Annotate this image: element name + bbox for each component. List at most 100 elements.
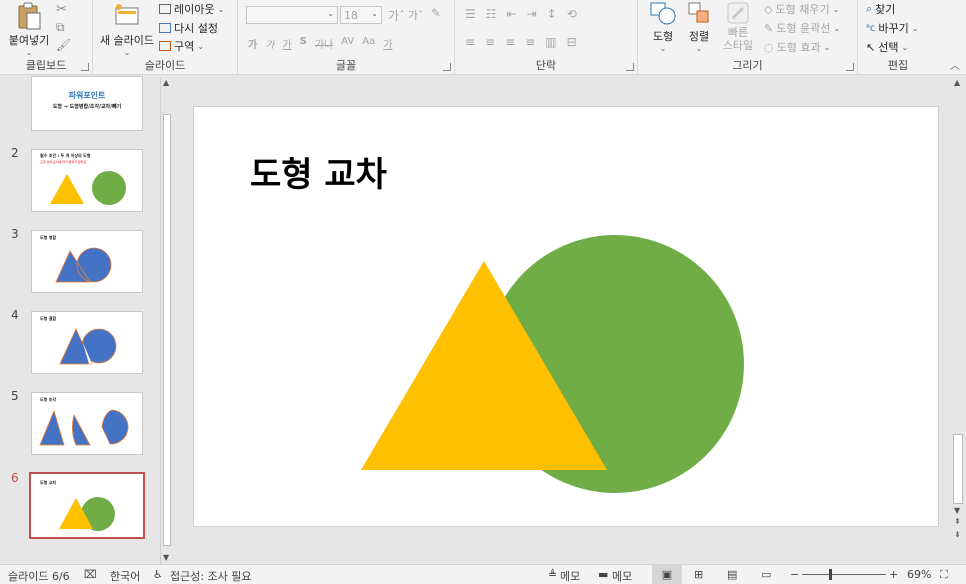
- clear-format-icon[interactable]: ✎: [431, 6, 441, 20]
- comments-icon[interactable]: ▬: [598, 568, 608, 581]
- thumbnail-slide-2[interactable]: 필수 조건 : 두 개 이상의 도형 도형 선택 순서에 따라 결과가 달라짐: [31, 149, 143, 212]
- chevron-down-icon: ⌄: [901, 42, 909, 52]
- font-group-label: 글꼴: [335, 59, 357, 72]
- change-case-icon[interactable]: Aa: [362, 36, 375, 51]
- align-left-icon[interactable]: ≡: [465, 35, 475, 49]
- copy-icon[interactable]: ⧉: [56, 20, 65, 35]
- main-scroll-thumb[interactable]: [953, 434, 963, 504]
- slideshow-icon[interactable]: ▭: [761, 568, 771, 581]
- next-slide-icon[interactable]: ⇟: [954, 530, 961, 539]
- layout-button[interactable]: 레이아웃 ⌄: [159, 1, 224, 17]
- layout-label: 레이아웃: [174, 3, 215, 16]
- justify-icon[interactable]: ≡: [525, 35, 535, 49]
- chevron-down-icon: ⌄: [823, 42, 831, 52]
- italic-icon[interactable]: 가: [265, 36, 274, 51]
- numbering-icon[interactable]: ☷: [486, 7, 497, 21]
- shapes-label: 도형: [652, 30, 674, 43]
- font-name-input[interactable]: ⌄: [246, 6, 338, 24]
- text-direction-icon[interactable]: ⟲: [567, 7, 577, 21]
- thumbnail-scrollbar[interactable]: ▲ ▼: [160, 78, 173, 564]
- section-label: 구역: [174, 40, 195, 53]
- quick-styles-button[interactable]: 빠른 스타일: [718, 0, 758, 52]
- font-size-input[interactable]: 18 ⌄: [340, 6, 382, 24]
- align-text-icon[interactable]: ⊟: [567, 35, 577, 49]
- align-right-icon[interactable]: ≡: [505, 35, 515, 49]
- comments-button[interactable]: 메모: [612, 568, 632, 584]
- language-indicator[interactable]: 한국어: [110, 568, 140, 584]
- increase-indent-icon[interactable]: ⇥: [527, 7, 537, 21]
- scroll-down-icon[interactable]: ▼: [163, 553, 169, 562]
- thumbnail-scroll-thumb[interactable]: [163, 114, 171, 546]
- shrink-font-icon[interactable]: 가ˇ: [408, 7, 424, 23]
- shadow-icon[interactable]: S: [300, 36, 307, 51]
- zoom-out-icon[interactable]: −: [790, 568, 799, 581]
- shape-outline-button[interactable]: ✎ 도형 윤곽선 ⌄: [764, 20, 840, 36]
- scroll-up-icon[interactable]: ▲: [954, 78, 960, 87]
- drawing-group-label: 그리기: [732, 59, 763, 72]
- notes-icon[interactable]: ≜: [548, 568, 557, 581]
- section-icon: [159, 41, 171, 51]
- char-spacing-icon[interactable]: AV: [341, 36, 354, 51]
- main-scrollbar[interactable]: ▲ ▼ ⇞ ⇟: [951, 78, 965, 543]
- slide-shapes: [361, 235, 744, 493]
- thumbnail-number-2: 2: [11, 146, 19, 160]
- zoom-level[interactable]: 69%: [907, 568, 931, 581]
- align-center-icon[interactable]: ≡: [485, 35, 495, 49]
- dialog-launcher-icon[interactable]: [443, 63, 451, 71]
- shape-effects-button[interactable]: ◌ 도형 효과 ⌄: [764, 39, 830, 55]
- select-button[interactable]: ↖ 선택 ⌄: [866, 39, 908, 55]
- columns-icon[interactable]: ▥: [545, 35, 556, 49]
- thumbnail-number-5: 5: [11, 389, 19, 403]
- dialog-launcher-icon[interactable]: [81, 63, 89, 71]
- font-group: ⌄ 18 ⌄ 가ˆ 가ˇ ✎ 가 가 가 S 가나 AV Aa 가 글꼴: [238, 0, 455, 75]
- thumbnail-slide-4[interactable]: 도형 결합: [31, 311, 143, 374]
- thumbnail-slide-3[interactable]: 도형 병합: [31, 230, 143, 293]
- shape-outline-label: 도형 윤곽선: [776, 22, 831, 35]
- zoom-slider-thumb[interactable]: [829, 569, 832, 580]
- line-spacing-icon[interactable]: ↕: [547, 7, 557, 21]
- thumbnail-slide-6[interactable]: 도형 교차: [29, 472, 145, 539]
- scroll-down-icon[interactable]: ▼: [954, 506, 960, 515]
- format-painter-icon[interactable]: 🖌: [56, 38, 71, 52]
- zoom-in-icon[interactable]: +: [889, 568, 898, 581]
- thumbnail-slide-1[interactable]: 파워포인트 도형 → 도형병합/조각/교차/빼기: [31, 76, 143, 131]
- previous-slide-icon[interactable]: ⇞: [954, 517, 961, 526]
- new-slide-icon: [115, 4, 139, 25]
- paste-label: 붙여넣기: [8, 34, 50, 47]
- slide-sorter-icon[interactable]: ⊞: [694, 568, 703, 581]
- bullets-icon[interactable]: ☰: [465, 7, 476, 21]
- cut-icon[interactable]: ✂: [56, 2, 67, 17]
- accessibility-icon[interactable]: ♿: [153, 568, 163, 581]
- replace-button[interactable]: ᵃc 바꾸기 ⌄: [866, 20, 919, 36]
- arrange-button[interactable]: 정렬 ⌄: [682, 0, 716, 53]
- reading-view-icon[interactable]: ▤: [727, 568, 737, 581]
- bold-icon[interactable]: 가: [248, 36, 257, 51]
- thumb-1-subtitle: 도형 → 도형병합/조각/교차/빼기: [52, 104, 122, 110]
- shapes-button[interactable]: 도형 ⌄: [646, 0, 680, 53]
- zoom-slider[interactable]: [802, 569, 886, 580]
- decrease-indent-icon[interactable]: ⇤: [507, 7, 517, 21]
- shape-fill-button[interactable]: ◇ 도형 채우기 ⌄: [764, 1, 839, 17]
- scroll-up-icon[interactable]: ▲: [163, 78, 169, 87]
- grow-font-icon[interactable]: 가ˆ: [388, 7, 405, 24]
- paste-button[interactable]: 붙여넣기 ⌄: [6, 2, 52, 57]
- font-color-icon[interactable]: 가: [383, 36, 392, 51]
- find-button[interactable]: ⌕ 찾기: [866, 1, 895, 17]
- dialog-launcher-icon[interactable]: [846, 63, 854, 71]
- dialog-launcher-icon[interactable]: [626, 63, 634, 71]
- reset-button[interactable]: 다시 설정: [159, 20, 218, 36]
- accessibility-status[interactable]: 접근성: 조사 필요: [170, 568, 252, 584]
- spellcheck-icon[interactable]: ⌧: [84, 568, 97, 581]
- collapse-ribbon-icon[interactable]: ︿: [950, 57, 960, 72]
- replace-label: 바꾸기: [878, 22, 909, 35]
- notes-button[interactable]: 메모: [560, 568, 580, 584]
- section-button[interactable]: 구역 ⌄: [159, 38, 204, 54]
- arrange-label: 정렬: [688, 30, 710, 43]
- fit-slide-icon[interactable]: ⛶: [940, 568, 948, 582]
- current-slide[interactable]: 도형 교차: [193, 106, 939, 527]
- underline-icon[interactable]: 가: [282, 36, 291, 51]
- new-slide-button[interactable]: 새 슬라이드 ⌄: [97, 2, 157, 57]
- thumbnail-slide-5[interactable]: 도형 조각: [31, 392, 143, 455]
- strikethrough-icon[interactable]: 가나: [315, 36, 333, 51]
- normal-view-icon[interactable]: ▣: [652, 565, 682, 584]
